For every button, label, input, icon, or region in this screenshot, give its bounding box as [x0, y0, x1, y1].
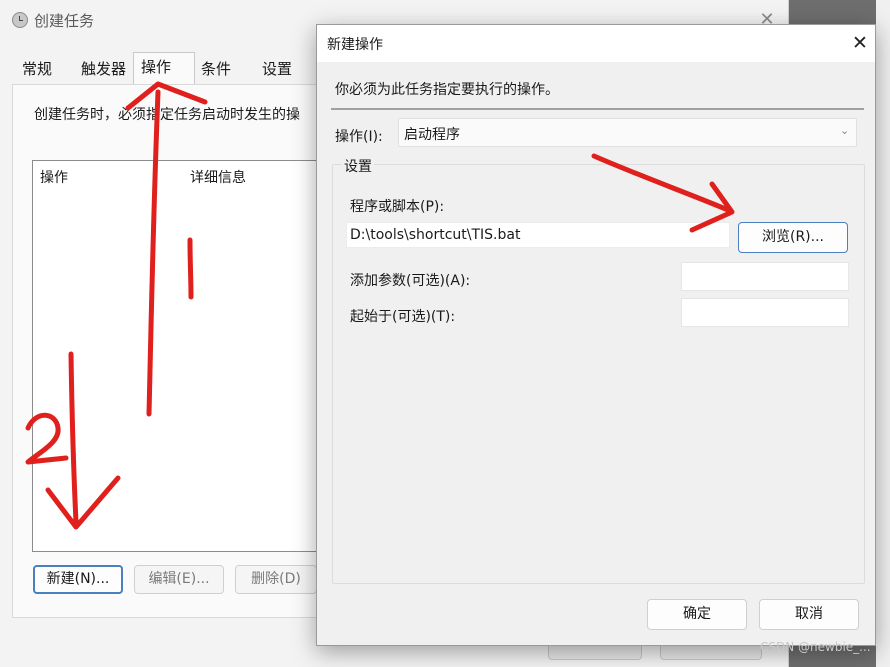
- action-label: 操作(I):: [335, 129, 383, 145]
- tab-triggers[interactable]: 触发器: [81, 56, 126, 82]
- tab-general[interactable]: 常规: [22, 56, 52, 82]
- new-action-titlebar: [316, 24, 876, 62]
- action-select[interactable]: [398, 118, 857, 147]
- program-script-label: 程序或脚本(P):: [350, 199, 445, 215]
- cancel-button[interactable]: 取消: [759, 599, 859, 630]
- tab-settings[interactable]: 设置: [262, 56, 292, 82]
- csdn-watermark: CSDN @newbie_...: [760, 640, 871, 654]
- task-clock-icon: [12, 12, 28, 28]
- column-header-action[interactable]: 操作: [40, 167, 68, 187]
- start-in-label: 起始于(可选)(T):: [350, 309, 456, 325]
- dialog-separator: [331, 108, 864, 110]
- settings-group-label: 设置: [342, 156, 374, 176]
- action-select-value[interactable]: 启动程序: [404, 124, 460, 144]
- ok-button[interactable]: 确定: [647, 599, 747, 630]
- browse-button[interactable]: 浏览(R)...: [738, 222, 848, 253]
- arguments-input[interactable]: [681, 262, 849, 291]
- delete-action-button[interactable]: 删除(D): [235, 565, 317, 594]
- edit-action-button[interactable]: 编辑(E)...: [134, 565, 224, 594]
- arguments-label: 添加参数(可选)(A):: [350, 273, 471, 289]
- adjacent-window-edge: [876, 0, 890, 667]
- new-action-title: 新建操作: [327, 37, 383, 53]
- new-action-button[interactable]: 新建(N)...: [33, 565, 123, 594]
- column-header-details[interactable]: 详细信息: [190, 167, 246, 187]
- actions-description: 创建任务时，必须指定任务启动时发生的操: [34, 107, 300, 123]
- start-in-input[interactable]: [681, 298, 849, 327]
- chevron-down-icon[interactable]: ⌄: [840, 124, 849, 137]
- tab-actions[interactable]: 操作: [141, 54, 171, 80]
- tab-conditions[interactable]: 条件: [201, 56, 231, 82]
- program-script-value[interactable]: D:\tools\shortcut\TIS.bat: [350, 227, 520, 243]
- close-icon[interactable]: ✕: [846, 30, 874, 56]
- dialog-message: 你必须为此任务指定要执行的操作。: [335, 82, 559, 98]
- actions-list[interactable]: [32, 160, 322, 552]
- create-task-title: 创建任务: [34, 12, 95, 30]
